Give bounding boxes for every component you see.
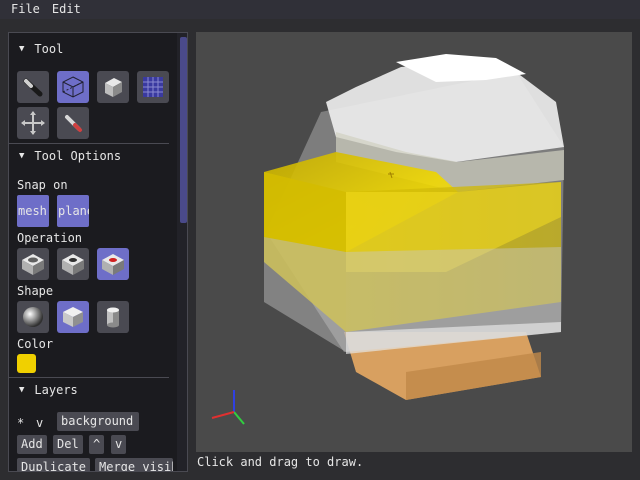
layers-header[interactable]: ▼ Layers: [9, 379, 177, 401]
tool-panel: ▼ Tool ▼ Tool Options Snap on mesh plan …: [8, 32, 188, 472]
scrollbar-thumb[interactable]: [180, 37, 187, 223]
snap-plane-button[interactable]: plane: [57, 195, 89, 227]
layer-delete-button[interactable]: Del: [53, 435, 83, 454]
layer-add-button[interactable]: Add: [17, 435, 47, 454]
collapse-triangle-icon: ▼: [19, 151, 25, 161]
divider: [9, 143, 169, 144]
eyedropper-icon: [65, 115, 82, 132]
select-box-icon: [62, 76, 84, 98]
grid-tool-button[interactable]: [137, 71, 169, 103]
menu-bar: File Edit: [0, 0, 640, 19]
tool-section-header[interactable]: ▼ Tool: [9, 38, 177, 60]
layers-title: Layers: [34, 383, 78, 397]
shape-label: Shape: [17, 284, 54, 298]
layer-move-up-button[interactable]: ^: [89, 435, 105, 454]
tool-options-header[interactable]: ▼ Tool Options: [9, 145, 177, 167]
status-bar-text: Click and drag to draw.: [197, 455, 364, 469]
shape-cube-button[interactable]: [57, 301, 89, 333]
panel-scrollbar[interactable]: [177, 33, 187, 471]
operation-remove-button[interactable]: [57, 248, 89, 280]
collapse-triangle-icon: ▼: [19, 44, 25, 54]
collapse-triangle-icon: ▼: [19, 385, 25, 395]
shape-cylinder-button[interactable]: [97, 301, 129, 333]
operation-paint-button[interactable]: [97, 248, 129, 280]
select-box-tool-button[interactable]: [57, 71, 89, 103]
divider: [9, 377, 169, 378]
cube-icon: [105, 78, 122, 97]
layer-visibility-toggle[interactable]: v: [36, 416, 43, 430]
sphere-icon: [23, 307, 43, 327]
snap-label: Snap on: [17, 178, 68, 192]
add-voxel-icon: [22, 254, 44, 275]
move-icon: [21, 111, 45, 135]
color-label: Color: [17, 337, 54, 351]
extrude-tool-button[interactable]: [97, 71, 129, 103]
layer-merge-visible-button[interactable]: Merge visible: [95, 458, 173, 471]
remove-voxel-icon: [62, 254, 84, 275]
snap-mesh-button[interactable]: mesh: [17, 195, 49, 227]
3d-viewport[interactable]: [196, 32, 632, 452]
menu-edit[interactable]: Edit: [46, 0, 87, 19]
move-tool-button[interactable]: [17, 107, 49, 139]
grid-icon: [143, 77, 163, 97]
brush-icon: [23, 78, 43, 97]
operation-add-button[interactable]: [17, 248, 49, 280]
menu-file[interactable]: File: [0, 0, 46, 19]
tool-section-title: Tool: [34, 42, 64, 56]
layer-background-button[interactable]: background: [57, 412, 139, 431]
tool-options-title: Tool Options: [34, 149, 122, 163]
operation-label: Operation: [17, 231, 83, 245]
voxel-model-render: [211, 54, 564, 425]
layer-duplicate-button[interactable]: Duplicate: [17, 458, 91, 471]
paint-voxel-icon: [102, 254, 124, 275]
cube-shape-icon: [63, 307, 83, 327]
brush-tool-button[interactable]: [17, 71, 49, 103]
layer-move-down-button[interactable]: v: [111, 435, 127, 454]
shape-sphere-button[interactable]: [17, 301, 49, 333]
layer-active-marker: *: [17, 416, 25, 430]
eyedropper-tool-button[interactable]: [57, 107, 89, 139]
color-swatch[interactable]: [17, 354, 36, 373]
cylinder-icon: [107, 307, 119, 328]
